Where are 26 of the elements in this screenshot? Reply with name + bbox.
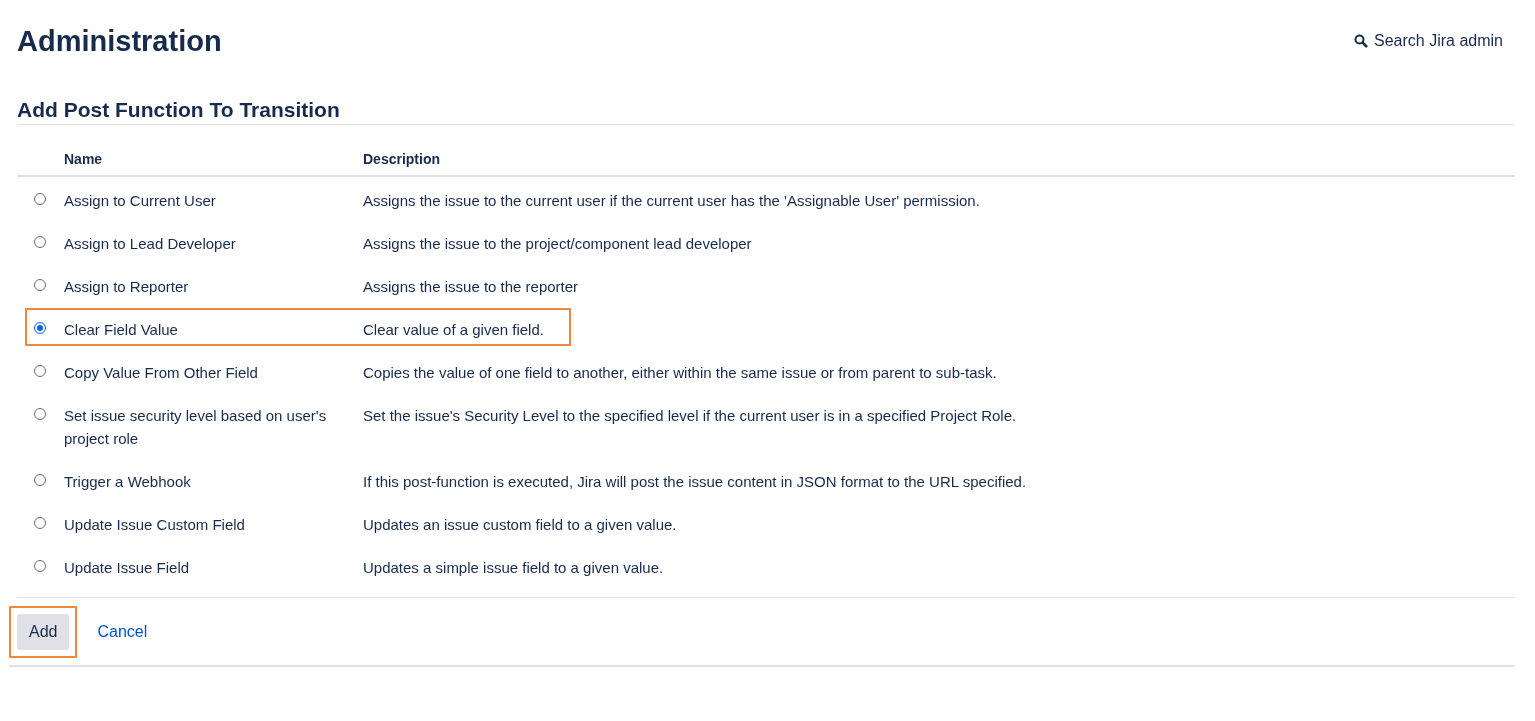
function-description: Clear value of a given field. (363, 320, 545, 340)
function-description: Set the issue's Security Level to the specified level if the current user is in a specified Project Role. (363, 406, 1018, 426)
function-description: Assigns the issue to the reporter (363, 277, 580, 297)
search-admin-link[interactable]: Search Jira admin (1354, 32, 1503, 50)
function-description: Copies the value of one field to another, either within the same issue or from parent to sub-task. (363, 363, 998, 383)
function-name: Set issue security level based on user's project role (64, 406, 328, 449)
function-name: Assign to Current User (64, 191, 217, 211)
function-description: Updates a simple issue field to a given value. (363, 558, 665, 578)
column-header: Description (363, 150, 441, 169)
cancel-link[interactable]: Cancel (97, 623, 148, 641)
function-name: Update Issue Field (64, 558, 191, 578)
function-description: Assigns the issue to the current user if the current user has the 'Assignable User' permission. (363, 191, 981, 211)
function-description: Updates an issue custom field to a given value. (363, 515, 678, 535)
function-description: Assigns the issue to the project/component lead developer (363, 234, 753, 254)
page-title: Administration (17, 24, 222, 59)
function-name: Assign to Reporter (64, 277, 190, 297)
function-description: If this post-function is executed, Jira will post the issue content in JSON format to the URL specified. (363, 472, 1028, 492)
function-name: Clear Field Value (64, 320, 179, 340)
column-header: Name (64, 150, 104, 169)
function-name: Copy Value From Other Field (64, 363, 259, 383)
function-name: Update Issue Custom Field (64, 515, 246, 535)
add-button[interactable]: Add (17, 614, 70, 650)
function-name: Assign to Lead Developer (64, 234, 237, 254)
section-title: Add Post Function To Transition (17, 96, 1515, 125)
function-name: Trigger a Webhook (64, 472, 192, 492)
search-icon (1354, 34, 1369, 48)
